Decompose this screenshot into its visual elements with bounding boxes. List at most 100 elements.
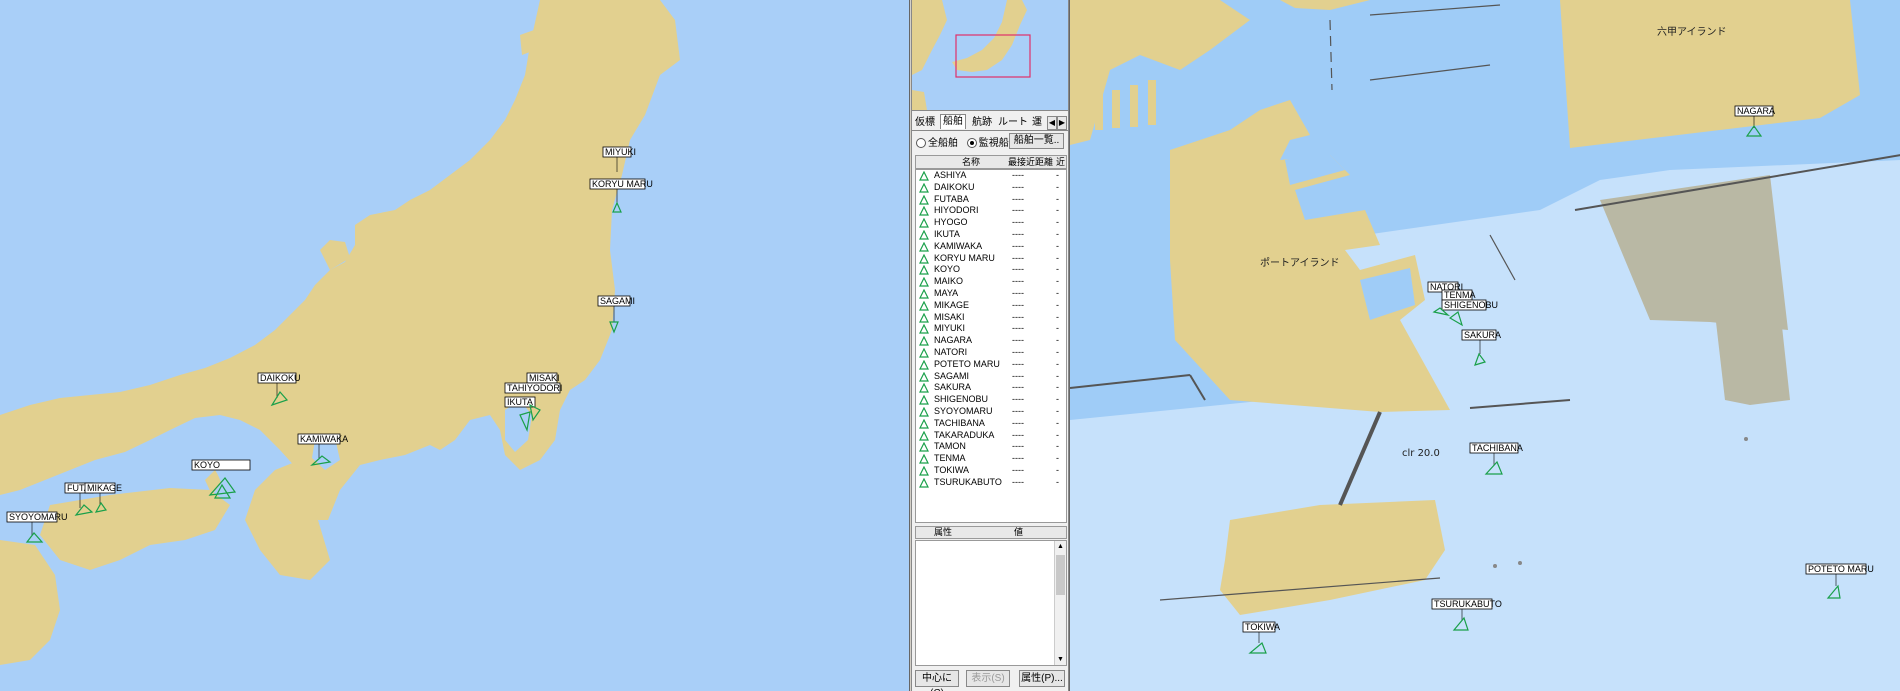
- near-value: -: [1056, 405, 1059, 416]
- ship-list-row[interactable]: MAYA ---- -: [916, 288, 1066, 300]
- ship-name: SAKURA: [934, 382, 972, 393]
- scroll-up-icon[interactable]: ▲: [1055, 541, 1066, 552]
- ship-name: NATORI: [934, 346, 968, 357]
- ship-list-row[interactable]: NATORI ---- -: [916, 347, 1066, 359]
- tab-operation[interactable]: 運: [1030, 116, 1044, 130]
- closest-distance: ----: [1012, 240, 1024, 251]
- scroll-down-icon[interactable]: ▼: [1055, 654, 1066, 665]
- closest-distance: ----: [1012, 311, 1024, 322]
- property-scrollbar[interactable]: ▲ ▼: [1054, 541, 1066, 665]
- near-value: -: [1056, 370, 1059, 381]
- ship-list-row[interactable]: HYOGO ---- -: [916, 217, 1066, 229]
- closest-distance: ----: [1012, 346, 1024, 357]
- ship-triangle-icon: [919, 194, 929, 205]
- attribute-button[interactable]: 属性(P)...: [1019, 670, 1065, 687]
- tab-routes[interactable]: ルート: [996, 116, 1030, 130]
- ship-list-row[interactable]: SYOYOMARU ---- -: [916, 406, 1066, 418]
- ship-name: KOYO: [934, 264, 961, 275]
- ship-list-row[interactable]: TENMA ---- -: [916, 453, 1066, 465]
- property-list[interactable]: ▲ ▼: [915, 540, 1067, 666]
- ship-marker-misaki[interactable]: MISAKI: [526, 372, 560, 384]
- ship-marker-tahiyodori[interactable]: TAHIYODORI: [504, 382, 562, 394]
- tab-marks[interactable]: 仮標: [913, 116, 937, 130]
- ship-name: MAYA: [934, 287, 959, 298]
- ship-list-row[interactable]: POTETO MARU ---- -: [916, 359, 1066, 371]
- closest-distance: ----: [1012, 217, 1024, 228]
- closest-distance: ----: [1012, 382, 1024, 393]
- ship-list-row[interactable]: TAMON ---- -: [916, 441, 1066, 453]
- ship-list-row[interactable]: TACHIBANA ---- -: [916, 418, 1066, 430]
- scroll-thumb[interactable]: [1056, 555, 1065, 595]
- ship-list-row[interactable]: MISAKI ---- -: [916, 312, 1066, 324]
- svg-text:MIYUKI: MIYUKI: [605, 147, 636, 157]
- ship-list-row[interactable]: MIYUKI ---- -: [916, 323, 1066, 335]
- svg-text:DAIKOKU: DAIKOKU: [260, 373, 301, 383]
- ship-name: FUTABA: [934, 193, 969, 204]
- svg-text:MIKAGE: MIKAGE: [87, 483, 122, 493]
- svg-text:TSURUKABUTO: TSURUKABUTO: [1434, 599, 1502, 609]
- overview-inset[interactable]: [912, 0, 1068, 111]
- ship-triangle-icon: [919, 336, 929, 346]
- ship-list-row[interactable]: MAIKO ---- -: [916, 276, 1066, 288]
- col-name[interactable]: 名称: [962, 156, 980, 168]
- svg-text:TAHIYODORI: TAHIYODORI: [507, 383, 562, 393]
- ship-list-row[interactable]: SHIGENOBU ---- -: [916, 394, 1066, 406]
- ship-list-row[interactable]: SAKURA ---- -: [916, 382, 1066, 394]
- ship-list-row[interactable]: KAMIWAKA ---- -: [916, 241, 1066, 253]
- tab-ships[interactable]: 船舶: [940, 114, 966, 129]
- tab-scroll-left-icon[interactable]: ◀: [1047, 116, 1057, 130]
- ship-triangle-icon: [919, 371, 929, 382]
- svg-text:SHIGENOBU: SHIGENOBU: [1444, 300, 1498, 310]
- near-value: -: [1056, 181, 1059, 192]
- radio-watch-ships[interactable]: 監視船: [966, 134, 1009, 149]
- ship-triangle-icon: [919, 347, 929, 358]
- center-button[interactable]: 中心に(C): [915, 670, 959, 691]
- ship-name: HYOGO: [934, 217, 968, 228]
- closest-distance: ----: [1012, 264, 1024, 275]
- ship-list-button[interactable]: 船舶一覧..: [1009, 133, 1064, 149]
- near-value: -: [1056, 323, 1059, 334]
- ship-list-row[interactable]: HIYODORI ---- -: [916, 205, 1066, 217]
- svg-text:SAGAMI: SAGAMI: [600, 296, 635, 306]
- ship-list-row[interactable]: TSURUKABUTO ---- -: [916, 477, 1066, 489]
- col-attribute[interactable]: 属性: [934, 527, 952, 538]
- closest-distance: ----: [1012, 417, 1024, 428]
- near-value: -: [1056, 193, 1059, 204]
- ship-list-row[interactable]: MIKAGE ---- -: [916, 300, 1066, 312]
- closest-distance: ----: [1012, 170, 1024, 180]
- closest-distance: ----: [1012, 252, 1024, 263]
- ship-triangle-icon: [919, 383, 929, 393]
- ship-list-row[interactable]: KORYU MARU ---- -: [916, 253, 1066, 265]
- closest-distance: ----: [1012, 476, 1024, 487]
- ship-name: TENMA: [934, 453, 966, 464]
- near-value: -: [1056, 417, 1059, 428]
- ship-list-row[interactable]: DAIKOKU ---- -: [916, 182, 1066, 194]
- ship-name: DAIKOKU: [934, 181, 975, 192]
- ship-list-row[interactable]: KOYO ---- -: [916, 264, 1066, 276]
- ship-name: MIKAGE: [934, 299, 970, 310]
- show-button[interactable]: 表示(S): [966, 670, 1010, 687]
- near-value: -: [1056, 464, 1059, 475]
- ship-list-row[interactable]: FUTABA ---- -: [916, 194, 1066, 206]
- ship-list-row[interactable]: TOKIWA ---- -: [916, 465, 1066, 477]
- ship-triangle-icon: [919, 182, 929, 193]
- radio-all-ships[interactable]: 全船舶: [916, 134, 958, 149]
- near-value: -: [1056, 394, 1059, 405]
- tab-tracks[interactable]: 航跡: [970, 116, 994, 130]
- ship-marker-tenma[interactable]: TENMA: [1441, 289, 1476, 301]
- ship-list-row[interactable]: IKUTA ---- -: [916, 229, 1066, 241]
- near-value: -: [1056, 453, 1059, 464]
- col-value[interactable]: 値: [1014, 527, 1023, 538]
- radio-on-icon: [966, 138, 977, 149]
- col-closest-distance[interactable]: 最接近距離: [1008, 156, 1053, 168]
- tab-scroll-right-icon[interactable]: ▶: [1057, 116, 1067, 130]
- ship-list-row[interactable]: TAKARADUKA ---- -: [916, 430, 1066, 442]
- ship-triangle-icon: [919, 288, 929, 299]
- detail-chart-map[interactable]: ポートアイランド 六甲アイランド clr 20.0 NAGARA NATORI …: [1069, 0, 1900, 691]
- ship-list-row[interactable]: NAGARA ---- -: [916, 335, 1066, 347]
- ship-list[interactable]: ASHIYA ---- - DAIKOKU ---- - FUTABA ---- - HIYODO…: [915, 169, 1067, 523]
- ship-list-row[interactable]: SAGAMI ---- -: [916, 371, 1066, 383]
- col-near[interactable]: 近: [1056, 156, 1065, 168]
- overview-chart-map[interactable]: MIYUKI KORYU MARU SAGAMI MISAKI TAHIYODO…: [0, 0, 910, 691]
- ship-list-row[interactable]: ASHIYA ---- -: [916, 170, 1066, 182]
